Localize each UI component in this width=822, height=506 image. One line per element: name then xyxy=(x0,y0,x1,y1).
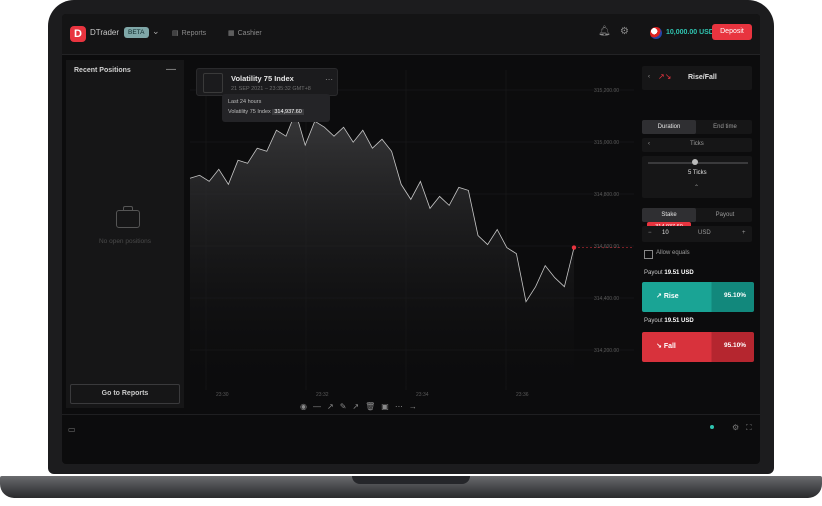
beta-badge: BETA xyxy=(124,27,149,38)
zoom-icon[interactable]: ⋯ xyxy=(395,402,409,411)
go-to-reports-button[interactable]: Go to Reports xyxy=(70,384,180,404)
plus-button[interactable]: + xyxy=(742,230,746,236)
trade-type-selector[interactable]: ‹ ↗↘ Rise/Fall xyxy=(642,66,752,90)
fall-button[interactable]: ↘ Fall 95.10% xyxy=(642,332,754,362)
chevron-up-icon[interactable]: ⌃ xyxy=(694,184,699,191)
trend-icon[interactable]: ↗ xyxy=(327,402,340,411)
positions-toggle-icon[interactable]: ▭ xyxy=(68,425,76,434)
tab-duration[interactable]: Duration xyxy=(642,120,696,134)
deposit-button[interactable]: Deposit xyxy=(712,24,752,40)
gear-icon[interactable]: ⚙ xyxy=(620,26,629,37)
asset-title: Volatility 75 Index xyxy=(231,74,294,83)
x-tick-label: 23:36 xyxy=(516,392,529,398)
fall-percent: 95.10% xyxy=(723,342,746,349)
slider-handle[interactable] xyxy=(692,159,698,165)
tooltip-line1: Last 24 hours xyxy=(228,99,262,105)
tick-slider[interactable]: 5 Ticks ⌃ xyxy=(642,156,752,198)
allow-equals-label: Allow equals xyxy=(656,250,690,256)
y-tick-label: 314,800.00 xyxy=(594,192,619,198)
asset-subtitle: 21 SEP 2021 – 23:35:32 GMT+8 xyxy=(231,86,311,92)
stake-input[interactable]: − 10 USD + xyxy=(642,226,752,242)
arrow-tool-icon[interactable]: ↗ xyxy=(352,402,365,411)
app-screen: D DTrader BETA ⌄ ▤ Reports ▦ Cashier 🔔︎ ⚙ … xyxy=(62,14,760,464)
panel-title: Recent Positions xyxy=(74,67,131,74)
rise-fall-icon: ↗↘ xyxy=(658,72,672,81)
cashier-icon: ▦ xyxy=(228,30,235,37)
slider-track[interactable] xyxy=(648,162,748,164)
line-tool-icon[interactable]: — xyxy=(313,402,327,411)
y-tick-label: 314,400.00 xyxy=(594,296,619,302)
y-tick-label: 315,200.00 xyxy=(594,88,619,94)
ticks-label: 5 Ticks xyxy=(688,170,707,176)
tab-payout[interactable]: Payout xyxy=(698,208,752,222)
nav-reports[interactable]: ▤ Reports xyxy=(172,29,206,37)
tooltip-line2: Volatility 75 Index 314,937.60 xyxy=(228,109,304,115)
x-tick-label: 23:30 xyxy=(216,392,229,398)
rise-percent: 95.10% xyxy=(723,292,746,299)
fullscreen-icon[interactable]: → xyxy=(409,402,423,411)
briefcase-icon xyxy=(116,206,140,228)
chevron-left-icon[interactable]: ‹ xyxy=(648,74,650,80)
price-area xyxy=(190,112,574,386)
top-bar: D DTrader BETA ⌄ ▤ Reports ▦ Cashier 🔔︎ ⚙ … xyxy=(62,14,760,55)
chart-toolbar: ◉—↗✎↗🗑︎▣⋯→ xyxy=(300,402,423,411)
reports-icon: ▤ xyxy=(172,30,179,37)
status-bar: ▭ ⚙ ⛶ xyxy=(62,414,760,445)
asset-icon xyxy=(203,73,223,93)
drawing-icon[interactable]: ✎ xyxy=(340,402,353,411)
duration-unit-select[interactable]: ‹ Ticks xyxy=(642,138,752,152)
nav-cashier[interactable]: ▦ Cashier xyxy=(228,29,262,37)
chevron-down-icon[interactable]: ⌄ xyxy=(152,26,160,37)
account-balance[interactable]: 10,000.00 USD xyxy=(666,29,714,36)
chevron-left-icon[interactable]: ‹ xyxy=(648,141,650,147)
trade-panel: ‹ ↗↘ Rise/Fall Duration End time ‹ Ticks… xyxy=(638,60,756,362)
bell-icon[interactable]: 🔔︎ xyxy=(598,26,611,37)
fullscreen-toggle-icon[interactable]: ⛶ xyxy=(746,423,752,433)
rise-label: ↗ Rise xyxy=(656,293,679,300)
laptop-notch xyxy=(352,476,470,484)
tab-stake[interactable]: Stake xyxy=(642,208,696,222)
stake-value[interactable]: 10 xyxy=(662,230,669,236)
trade-type-name: Rise/Fall xyxy=(688,74,717,81)
settings-icon[interactable]: ⚙ xyxy=(732,423,739,432)
y-tick-label: 315,000.00 xyxy=(594,140,619,146)
x-tick-label: 23:34 xyxy=(416,392,429,398)
x-tick-label: 23:32 xyxy=(316,392,329,398)
y-tick-label: 314,600.00 xyxy=(594,244,619,250)
amount-tabs: Stake Payout xyxy=(642,208,752,222)
crosshair-icon[interactable]: ◉ xyxy=(300,402,313,411)
empty-state-text: No open positions xyxy=(98,238,152,245)
duration-tabs: Duration End time xyxy=(642,120,752,134)
fall-payout: Payout 19.51 USD xyxy=(644,318,694,324)
delete-icon[interactable]: 🗑︎ xyxy=(365,402,381,411)
y-tick-label: 314,200.00 xyxy=(594,348,619,354)
recent-positions-panel: Recent Positions — No open positions Go … xyxy=(66,60,184,408)
stake-currency: USD xyxy=(698,230,711,236)
price-chart[interactable]: 315,200.00 315,000.00 314,800.00 314,600.00… xyxy=(184,60,691,400)
collapse-icon[interactable]: — xyxy=(166,64,176,75)
more-icon[interactable]: ⋯ xyxy=(325,75,333,84)
chart-tooltip: Last 24 hours Volatility 75 Index 314,93… xyxy=(222,94,330,122)
brand-logo-icon[interactable]: D xyxy=(70,26,86,42)
tab-end-time[interactable]: End time xyxy=(698,120,752,134)
account-flag-icon[interactable] xyxy=(650,27,662,39)
rise-payout: Payout 19.51 USD xyxy=(644,270,694,276)
brand-name: DTrader xyxy=(90,28,120,37)
rise-button[interactable]: ↗ Rise 95.10% xyxy=(642,282,754,312)
minus-button[interactable]: − xyxy=(648,230,652,236)
connection-status-icon xyxy=(710,425,714,429)
asset-info-card[interactable]: Volatility 75 Index 21 SEP 2021 – 23:35:… xyxy=(196,68,338,96)
fall-label: ↘ Fall xyxy=(656,343,676,350)
save-icon[interactable]: ▣ xyxy=(381,402,395,411)
allow-equals-checkbox[interactable] xyxy=(644,250,653,259)
